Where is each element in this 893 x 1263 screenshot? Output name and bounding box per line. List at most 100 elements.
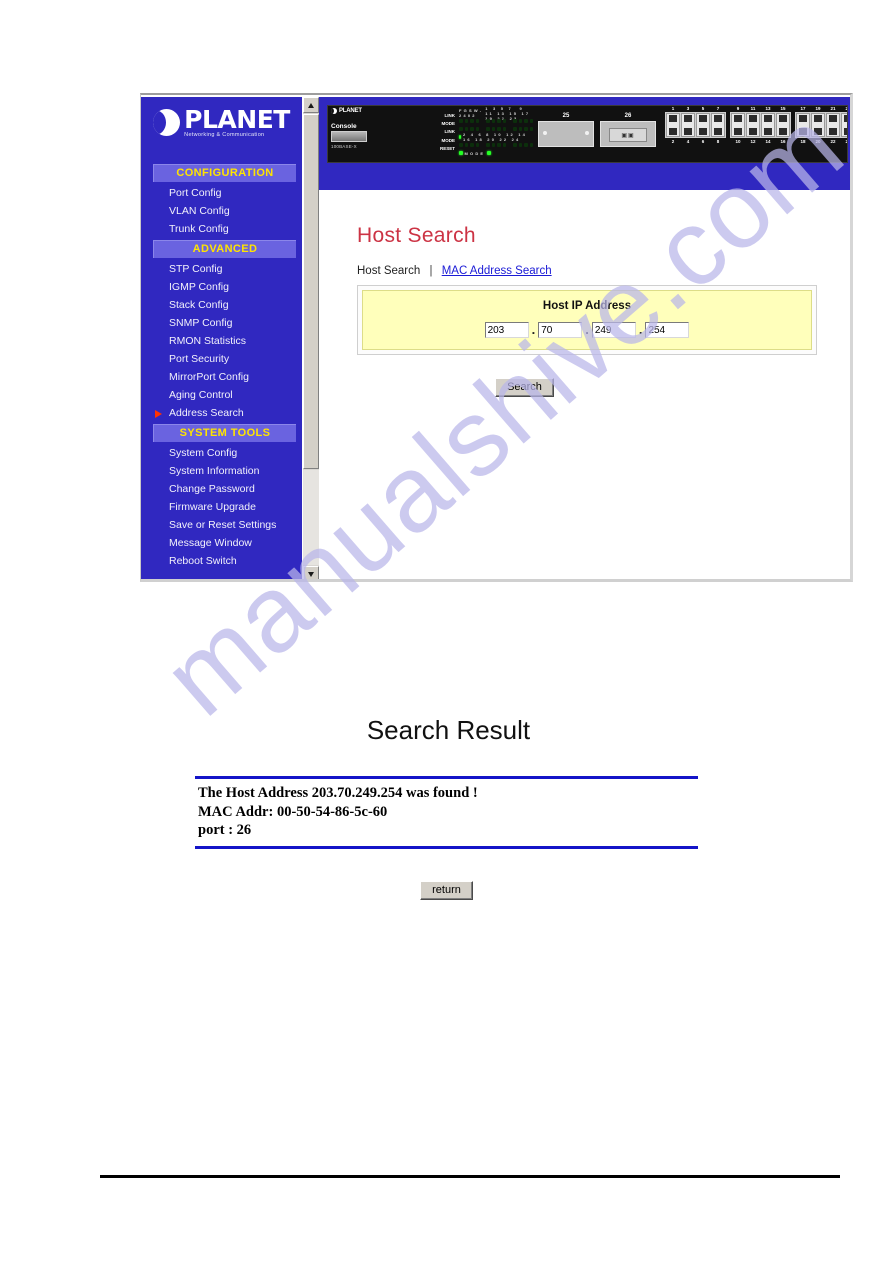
sidebar-item-mirrorport-config[interactable]: MirrorPort Config	[141, 368, 302, 386]
host-ip-address-label: Host IP Address	[542, 300, 632, 312]
rj45-port-icon	[711, 113, 725, 137]
slot-number: 25	[562, 113, 570, 119]
ip-octet-row: . . .	[363, 322, 811, 338]
ip-octet-4-input[interactable]	[645, 322, 690, 338]
subnav-link-mac-address-search[interactable]: MAC Address Search	[442, 265, 552, 277]
sidebar-item-igmp-config[interactable]: IGMP Config	[141, 278, 302, 296]
sidebar-item-label: Firmware Upgrade	[169, 501, 256, 513]
rj45-port-icon	[666, 113, 680, 137]
device-bottom-label: 100BASE-X	[331, 144, 357, 149]
sidebar-item-label: Reboot Switch	[169, 555, 237, 567]
device-module-slots: 25 26 ▣▣	[533, 106, 661, 162]
sidebar-item-system-information[interactable]: System Information	[141, 462, 302, 480]
fiber-module-icon: ▣▣	[609, 128, 647, 142]
scrollbar-thumb[interactable]	[303, 114, 319, 469]
mode-button-label: MODE	[464, 150, 486, 156]
result-port-line: port : 26	[198, 822, 252, 838]
rj45-port-icon	[776, 113, 790, 137]
section-header-system-tools: SYSTEM TOOLS	[153, 424, 296, 442]
led-label-mode-2: MODE	[441, 137, 456, 143]
device-brand-text: PLANET	[339, 108, 362, 114]
sidebar-item-label: System Information	[169, 465, 260, 477]
device-led-row-labels: LINK MODE LINK MODE RESET	[429, 106, 457, 162]
led-row-link-2	[457, 141, 533, 149]
sidebar-item-change-password[interactable]: Change Password	[141, 480, 302, 498]
selected-arrow-icon	[155, 410, 162, 418]
search-result-section: Search Result The Host Address 203.70.24…	[0, 715, 893, 900]
module-slot-26: 26 ▣▣	[600, 113, 656, 147]
search-result-body: The Host Address 203.70.249.254 was foun…	[195, 776, 698, 849]
sidebar-item-label: Message Window	[169, 537, 252, 549]
ip-separator: .	[585, 322, 589, 337]
sidebar-item-label: RMON Statistics	[169, 335, 247, 347]
scrollbar-track[interactable]	[303, 470, 319, 565]
scroll-down-button[interactable]	[303, 566, 319, 579]
led-number-row-bottom: 2 4 6 8 10 12 14 16 18 20 22 24	[457, 132, 533, 142]
brand-logo: PLANET Networking & Communication	[141, 97, 302, 162]
search-result-title: Search Result	[366, 715, 531, 745]
led-label-link-2: LINK	[444, 129, 456, 135]
sidebar-item-rmon-statistics[interactable]: RMON Statistics	[141, 332, 302, 350]
switch-front-panel-image: PLANET Console 100BASE-X LINK MODE LINK …	[327, 105, 848, 163]
sidebar-item-port-security[interactable]: Port Security	[141, 350, 302, 368]
led-label-reset: RESET	[439, 145, 455, 151]
rj45-jacks	[795, 112, 847, 138]
device-brand: PLANET	[331, 108, 427, 114]
sidebar-item-system-config[interactable]: System Config	[141, 444, 302, 462]
ip-octet-1-input[interactable]	[484, 322, 529, 338]
device-left-block: PLANET Console 100BASE-X	[328, 106, 429, 162]
sidebar: PLANET Networking & Communication CONFIG…	[141, 97, 302, 579]
device-model-text: FGSW-2402	[459, 108, 484, 118]
sidebar-scrollbar[interactable]	[302, 97, 319, 579]
ip-octet-2-input[interactable]	[538, 322, 583, 338]
rj45-jacks	[665, 112, 726, 138]
sidebar-item-address-search[interactable]: Address Search	[141, 404, 302, 422]
sidebar-item-label: Change Password	[169, 483, 255, 495]
rj45-port-icon	[841, 113, 847, 137]
chevron-up-icon	[308, 102, 314, 108]
led-number-row-top: FGSW-2402 1 3 5 7 9 11 13 15 17 19 21 23	[457, 106, 533, 121]
result-bottom-rule	[195, 845, 698, 849]
sub-navigation: Host Search | MAC Address Search	[357, 265, 850, 277]
switch-web-ui-frame: PLANET Networking & Communication CONFIG…	[140, 93, 853, 582]
console-port-icon	[331, 131, 367, 142]
search-button[interactable]: Search	[495, 378, 554, 397]
brand-name: PLANET	[184, 105, 290, 134]
rj45-port-icon	[746, 113, 760, 137]
sidebar-item-label: Aging Control	[169, 389, 233, 401]
sidebar-item-label: Port Config	[169, 187, 222, 199]
screw-icon	[585, 131, 589, 135]
sidebar-item-port-config[interactable]: Port Config	[141, 184, 302, 202]
sidebar-item-reboot-switch[interactable]: Reboot Switch	[141, 552, 302, 570]
sidebar-item-message-window[interactable]: Message Window	[141, 534, 302, 552]
sidebar-item-label: Save or Reset Settings	[169, 519, 277, 531]
rj45-port-icon	[681, 113, 695, 137]
sidebar-item-firmware-upgrade[interactable]: Firmware Upgrade	[141, 498, 302, 516]
ip-separator: .	[531, 322, 536, 337]
port-numbers-bottom: 1820 2224	[800, 139, 848, 144]
ip-octet-3-input[interactable]	[591, 322, 636, 338]
result-mac-address-line: MAC Addr: 00-50-54-86-5c-60	[198, 803, 388, 820]
rj45-port-icon	[811, 113, 825, 137]
sidebar-item-label: MirrorPort Config	[169, 371, 249, 383]
sidebar-item-stp-config[interactable]: STP Config	[141, 260, 302, 278]
sidebar-item-aging-control[interactable]: Aging Control	[141, 386, 302, 404]
sidebar-item-label: Address Search	[169, 407, 244, 419]
sidebar-item-save-or-reset-settings[interactable]: Save or Reset Settings	[141, 516, 302, 534]
host-ip-fieldset: Host IP Address . . .	[362, 290, 812, 350]
result-host-address-line: The Host Address 203.70.249.254 was foun…	[198, 785, 478, 801]
return-button[interactable]: return	[420, 880, 473, 900]
sidebar-item-label: VLAN Config	[169, 205, 230, 217]
sidebar-item-vlan-config[interactable]: VLAN Config	[141, 202, 302, 220]
result-text-block: The Host Address 203.70.249.254 was foun…	[195, 779, 698, 846]
scroll-up-button[interactable]	[303, 97, 319, 113]
device-console-label: Console	[331, 123, 357, 130]
sidebar-item-trunk-config[interactable]: Trunk Config	[141, 220, 302, 238]
sidebar-item-stack-config[interactable]: Stack Config	[141, 296, 302, 314]
host-search-form: Host IP Address . . .	[357, 285, 817, 355]
sidebar-item-snmp-config[interactable]: SNMP Config	[141, 314, 302, 332]
module-slot-25: 25	[538, 113, 594, 147]
rj45-port-icon	[796, 113, 810, 137]
rj45-port-icon	[696, 113, 710, 137]
rj45-port-icon	[826, 113, 840, 137]
